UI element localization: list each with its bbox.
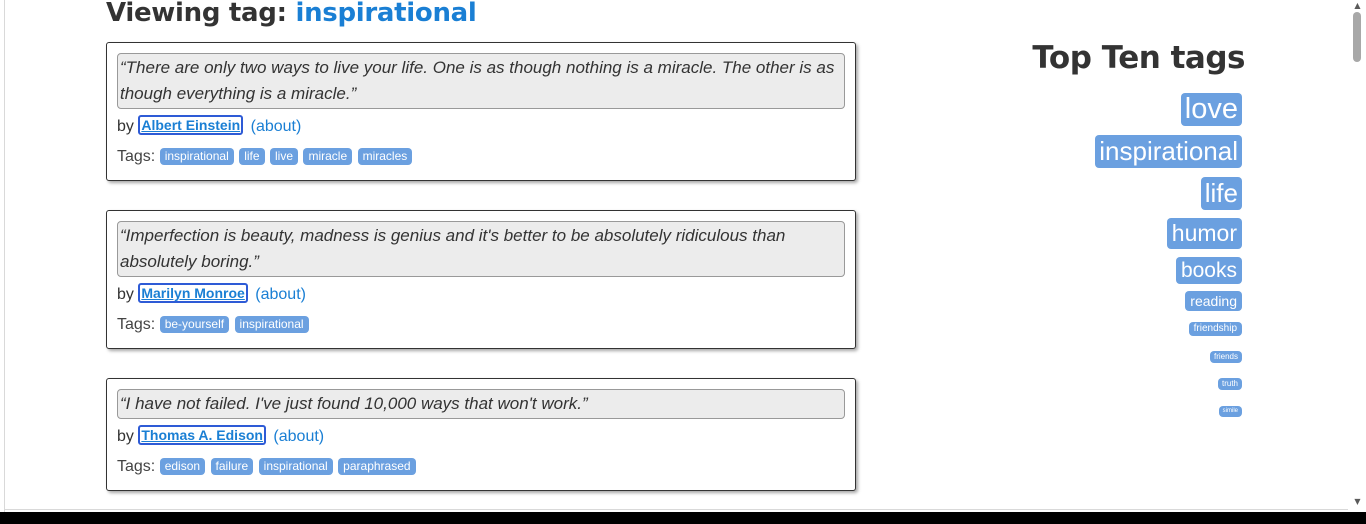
top-tag-friendship[interactable]: friendship — [1188, 322, 1242, 336]
tags-line: Tags: edison failure inspirational parap… — [117, 458, 417, 476]
author-name[interactable]: Albert Einstein — [138, 115, 244, 135]
tags-line: Tags: inspirational life live miracle mi… — [117, 148, 413, 166]
tag-inspirational[interactable]: inspirational — [159, 148, 234, 165]
tag-inspirational[interactable]: inspirational — [258, 458, 333, 475]
frame-border-bottom — [4, 509, 1348, 510]
tags-label: Tags: — [117, 148, 156, 165]
author-name[interactable]: Marilyn Monroe — [138, 283, 248, 303]
tags-line: Tags: be-yourself inspirational — [117, 316, 310, 334]
tag-paraphrased[interactable]: paraphrased — [338, 458, 416, 475]
tag-life[interactable]: life — [239, 148, 265, 165]
heading-prefix: Viewing tag: — [106, 0, 287, 28]
tags-label: Tags: — [117, 458, 156, 475]
browser-viewport: Viewing tag: inspirational “There are on… — [0, 0, 1366, 512]
author-line: by Marilyn Monroe (about) — [117, 283, 306, 304]
tag-inspirational[interactable]: inspirational — [234, 316, 309, 333]
tag-miracles[interactable]: miracles — [357, 148, 413, 165]
top-tag-inspirational[interactable]: inspirational — [1095, 135, 1242, 168]
page-heading: Viewing tag: inspirational — [106, 0, 477, 28]
by-label: by — [117, 118, 134, 135]
heading-tag-name: inspirational — [295, 0, 477, 28]
quote-text: “I have not failed. I've just found 10,0… — [117, 389, 845, 419]
by-label: by — [117, 428, 134, 445]
author-name[interactable]: Thomas A. Edison — [138, 425, 266, 445]
scroll-up-arrow-icon[interactable]: ▲ — [1349, 0, 1366, 12]
quote-text: “Imperfection is beauty, madness is geni… — [117, 221, 845, 277]
top-tag-love[interactable]: love — [1180, 93, 1242, 126]
top-tag-simile[interactable]: simile — [1218, 406, 1242, 417]
about-link[interactable]: (about) — [273, 428, 324, 445]
quote-text: “There are only two ways to live your li… — [117, 53, 845, 109]
quote-card: “There are only two ways to live your li… — [106, 42, 856, 181]
tag-edison[interactable]: edison — [159, 458, 206, 475]
top-tag-friends[interactable]: friends — [1209, 351, 1242, 363]
quote-card: “I have not failed. I've just found 10,0… — [106, 378, 856, 491]
by-label: by — [117, 286, 134, 303]
tags-label: Tags: — [117, 316, 156, 333]
scroll-thumb[interactable] — [1353, 12, 1361, 62]
about-link[interactable]: (about) — [251, 118, 302, 135]
top-tag-truth[interactable]: truth — [1217, 378, 1242, 390]
top-tag-books[interactable]: books — [1175, 257, 1242, 284]
top-tag-reading[interactable]: reading — [1185, 291, 1242, 311]
about-link[interactable]: (about) — [255, 286, 306, 303]
author-line: by Albert Einstein (about) — [117, 115, 301, 136]
tag-live[interactable]: live — [270, 148, 299, 165]
vertical-scrollbar[interactable]: ▲ ▼ — [1349, 0, 1366, 512]
tag-be-yourself[interactable]: be-yourself — [159, 316, 230, 333]
author-line: by Thomas A. Edison (about) — [117, 425, 324, 446]
quote-card: “Imperfection is beauty, madness is geni… — [106, 210, 856, 349]
tag-failure[interactable]: failure — [210, 458, 254, 475]
scroll-down-arrow-icon[interactable]: ▼ — [1349, 496, 1366, 508]
top-ten-title: Top Ten tags — [1032, 40, 1245, 76]
top-tag-life[interactable]: life — [1200, 177, 1242, 210]
top-tag-humor[interactable]: humor — [1166, 218, 1242, 249]
frame-border-left — [4, 0, 5, 512]
tag-miracle[interactable]: miracle — [303, 148, 353, 165]
